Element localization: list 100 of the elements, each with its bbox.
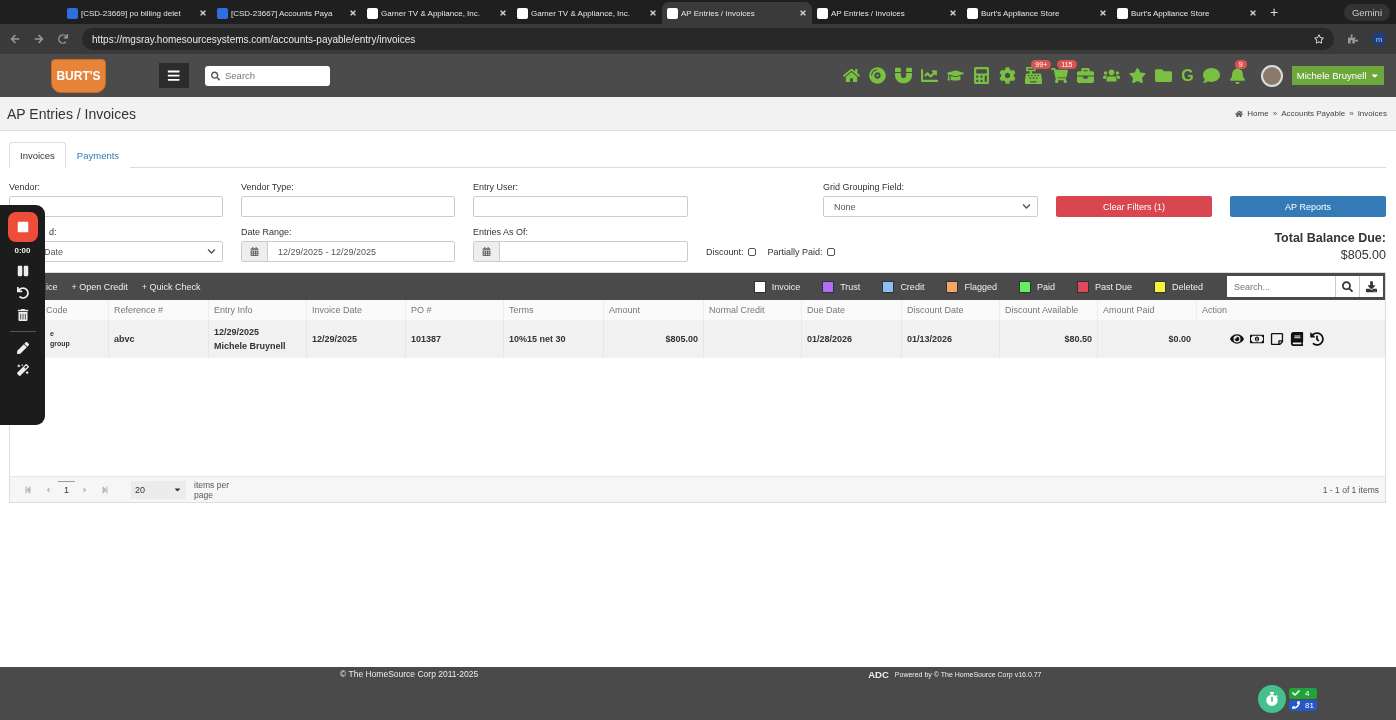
new-tab-button[interactable]: +: [1270, 4, 1279, 20]
bell-icon[interactable]: [1228, 67, 1246, 84]
reload-icon[interactable]: [58, 34, 68, 44]
book-icon[interactable]: [1290, 332, 1304, 346]
extensions-icon[interactable]: [1348, 34, 1358, 44]
search-field[interactable]: Search: [205, 65, 330, 86]
table-cell: 10%15 net 30: [503, 320, 603, 358]
view-icon[interactable]: [1230, 332, 1244, 346]
url-text: https://mgsray.homesourcesystems.com/accounts-payable/entry/invoices: [92, 33, 417, 45]
chat-icon[interactable]: [1202, 67, 1220, 84]
user-avatar[interactable]: [1260, 64, 1283, 87]
profile-button[interactable]: m: [1372, 32, 1386, 46]
close-icon[interactable]: [499, 9, 507, 17]
browser-tab[interactable]: AP Entries / Invoices: [662, 2, 812, 24]
toolbar-action[interactable]: + Open Credit: [71, 281, 128, 292]
page-number[interactable]: 1: [58, 481, 75, 498]
browser-tab[interactable]: AP Entries / Invoices: [812, 2, 962, 24]
close-icon[interactable]: [199, 9, 207, 17]
download-button[interactable]: [1359, 276, 1383, 297]
vendor-field[interactable]: [9, 196, 223, 217]
close-icon[interactable]: [949, 9, 957, 17]
money-bill-icon[interactable]: [1250, 332, 1264, 346]
checkbox[interactable]: [826, 247, 835, 256]
browser-tab[interactable]: Garner TV & Appliance, Inc.: [512, 2, 662, 24]
graduation-cap-icon[interactable]: [947, 67, 965, 84]
search-icon: [211, 70, 220, 81]
forward-icon[interactable]: [34, 34, 44, 44]
pen-button[interactable]: [16, 342, 29, 354]
cart-icon[interactable]: [1051, 67, 1069, 84]
stop-button[interactable]: [7, 212, 38, 242]
calls-badge[interactable]: 81: [1289, 699, 1317, 711]
site-favicon-icon: [667, 7, 678, 19]
address-bar[interactable]: https://mgsray.homesourcesystems.com/accounts-payable/entry/invoices: [82, 28, 1334, 50]
browser-tab[interactable]: Burt's Appliance Store: [962, 2, 1112, 24]
bookmark-star-icon[interactable]: [1314, 34, 1324, 44]
magnet-icon[interactable]: [895, 67, 913, 84]
nav-letter-link[interactable]: G: [1181, 66, 1194, 85]
star-icon[interactable]: [1129, 67, 1147, 84]
field-label: d:: [48, 227, 58, 237]
gemini-button[interactable]: Gemini: [1343, 3, 1390, 21]
close-icon[interactable]: [1099, 9, 1107, 17]
restart-button[interactable]: [16, 287, 29, 299]
back-icon[interactable]: [10, 34, 20, 44]
table-cell: abvc: [108, 320, 208, 358]
line-chart-icon[interactable]: [921, 67, 939, 84]
ap-reports-button[interactable]: AP Reports: [1230, 196, 1386, 217]
legend-label: Trust: [840, 281, 861, 292]
close-icon[interactable]: [799, 9, 807, 17]
toolbar-action[interactable]: + Quick Check: [141, 281, 201, 292]
total-label: Total Balance Due:: [1274, 231, 1386, 245]
vendor-type-field[interactable]: [241, 196, 455, 217]
delete-button[interactable]: [16, 309, 29, 321]
breadcrumb-separator: »: [1349, 109, 1354, 118]
calendar-icon: [482, 247, 491, 256]
breadcrumb-link[interactable]: Accounts Payable: [1281, 109, 1346, 118]
effects-button[interactable]: [16, 364, 29, 376]
browser-tab[interactable]: [CSD-23669] po billing delet: [62, 2, 212, 24]
site-favicon-icon: [517, 7, 528, 19]
page-title: AP Entries / Invoices: [7, 105, 136, 122]
note-icon[interactable]: [1270, 332, 1284, 346]
calculator-icon[interactable]: [973, 67, 991, 84]
users-icon[interactable]: [1103, 67, 1121, 84]
cash-register-icon[interactable]: [1025, 67, 1043, 84]
toolbar-action[interactable]: ice: [46, 281, 58, 292]
home-icon: [1235, 109, 1244, 118]
close-icon[interactable]: [649, 9, 657, 17]
tab-title: AP Entries / Invoices: [831, 8, 906, 18]
grid-search-field[interactable]: Search...: [1227, 276, 1383, 297]
page-tab[interactable]: Invoices: [9, 142, 66, 168]
download-icon: [1366, 279, 1377, 294]
checkbox[interactable]: [747, 247, 756, 256]
close-icon[interactable]: [1249, 9, 1257, 17]
pause-icon: [16, 265, 29, 277]
items-per-page-label: items per page: [194, 479, 230, 500]
entries-as-of-field[interactable]: [473, 241, 688, 262]
entry-user-field[interactable]: [473, 196, 688, 217]
field-label: Grid Grouping Field:: [823, 182, 906, 192]
tab-title: Garner TV & Appliance, Inc.: [381, 8, 481, 18]
pause-button[interactable]: [16, 265, 29, 277]
breadcrumb-link[interactable]: Home: [1247, 109, 1269, 118]
grouping-select[interactable]: None: [823, 196, 1038, 217]
browser-tab[interactable]: Burt's Appliance Store: [1112, 2, 1262, 24]
home-icon[interactable]: [843, 67, 861, 84]
clear-filters-button[interactable]: Clear Filters (1): [1056, 196, 1212, 217]
stopwatch-button[interactable]: [1258, 685, 1286, 713]
menu-button[interactable]: [159, 63, 189, 88]
folder-icon[interactable]: [1155, 67, 1173, 84]
chevron-icon: [207, 247, 216, 256]
browser-tab[interactable]: [CSD-23667] Accounts Paya: [212, 2, 362, 24]
browser-tab[interactable]: Garner TV & Appliance, Inc.: [362, 2, 512, 24]
briefcase-icon[interactable]: [1077, 67, 1095, 84]
page-size-select[interactable]: 20: [131, 480, 186, 499]
history-icon[interactable]: [1310, 332, 1324, 346]
close-icon[interactable]: [349, 9, 357, 17]
legend-label: Credit: [900, 281, 925, 292]
settings-icon[interactable]: [999, 67, 1017, 84]
date-range-field[interactable]: 12/29/2025 - 12/29/2025: [241, 241, 455, 262]
table-cell: 01/13/2026: [901, 320, 999, 358]
breadcrumb-link[interactable]: Invoices: [1357, 109, 1387, 118]
copyright-text: © The HomeSource Corp 2011-2025: [340, 669, 479, 681]
